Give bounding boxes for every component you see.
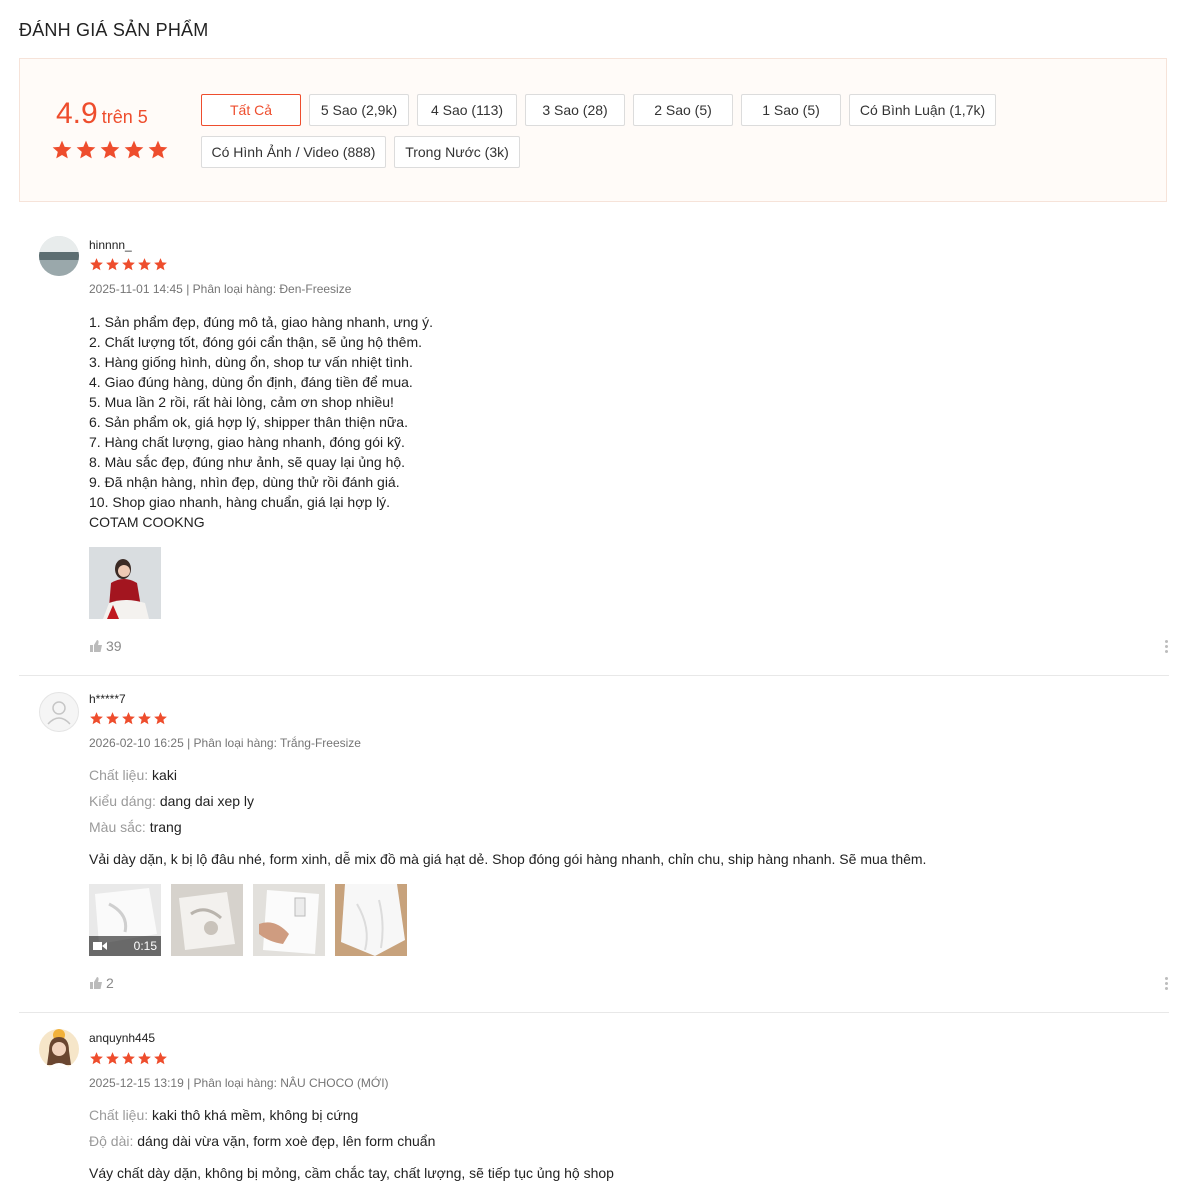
review-item: h*****7 2026-02-10 16:25 | Phân loại hàn… [19,676,1169,1013]
rating-score: 4.9 trên 5 [56,97,148,131]
review-meta: 2026-02-10 16:25 | Phân loại hàng: Trắng… [89,736,361,750]
review-meta: 2025-12-15 13:19 | Phân loại hàng: NÂU C… [89,1076,389,1090]
star-icon [124,140,144,159]
review-text: Vải dày dặn, k bị lộ đâu nhé, form xinh,… [89,851,927,867]
review-username: h*****7 [89,692,126,706]
filter-3-star-button[interactable]: 3 Sao (28) [525,94,625,126]
review-username: hinnnn_ [89,238,132,252]
review-stars [89,257,168,272]
review-photo[interactable] [253,884,325,956]
review-line: 3. Hàng giống hình, dùng ổn, shop tư vấn… [89,354,413,370]
review-attribute: Chất liệu: kaki thô khá mềm, không bị cứ… [89,1107,358,1123]
star-icon [154,258,167,271]
review-line: 4. Giao đúng hàng, dùng ổn định, đáng ti… [89,374,413,390]
review-video[interactable]: 0:15 [89,884,161,956]
review-photo[interactable] [171,884,243,956]
attribute-value: kaki thô khá mềm, không bị cứng [152,1107,359,1123]
review-line: 1. Sản phẩm đẹp, đúng mô tả, giao hàng n… [89,314,434,330]
star-icon [90,712,103,725]
review-attribute: Màu sắc: trang [89,819,182,835]
filter-1-star-button[interactable]: 1 Sao (5) [741,94,841,126]
attribute-key: Độ dài: [89,1133,134,1149]
avatar[interactable] [39,1029,79,1069]
rating-stars [51,139,169,161]
star-icon [122,712,135,725]
rating-score-value: 4.9 [56,97,98,130]
like-button[interactable]: 2 [89,975,114,991]
review-line: 6. Sản phẩm ok, giá hợp lý, shipper thân… [89,414,408,430]
filter-2-star-button[interactable]: 2 Sao (5) [633,94,733,126]
review-media: 0:15 [89,884,407,956]
star-icon [122,1052,135,1065]
avatar[interactable] [39,692,79,732]
review-line: 5. Mua lần 2 rồi, rất hài lòng, cảm ơn s… [89,394,394,410]
video-duration: 0:15 [133,939,157,953]
attribute-value: kaki [152,767,177,783]
like-count: 39 [106,638,122,654]
star-icon [154,1052,167,1065]
filter-with-media-button[interactable]: Có Hình Ảnh / Video (888) [201,136,386,168]
review-line: 9. Đã nhận hàng, nhìn đẹp, dùng thử rồi … [89,474,400,490]
star-icon [106,1052,119,1065]
review-item: hinnnn_ 2025-11-01 14:45 | Phân loại hàn… [19,226,1169,676]
video-badge: 0:15 [89,936,161,956]
filter-4-star-button[interactable]: 4 Sao (113) [417,94,517,126]
attribute-key: Màu sắc: [89,819,146,835]
review-meta: 2025-11-01 14:45 | Phân loại hàng: Đen-F… [89,282,352,296]
review-media [89,547,161,619]
star-icon [90,258,103,271]
review-item: anquynh445 2025-12-15 13:19 | Phân loại … [19,1013,1169,1192]
review-line: 10. Shop giao nhanh, hàng chuẩn, giá lại… [89,494,391,510]
attribute-key: Chất liệu: [89,1107,149,1123]
review-line: 8. Màu sắc đẹp, đúng như ảnh, sẽ quay lạ… [89,454,406,470]
star-icon [138,712,151,725]
review-attribute: Độ dài: dáng dài vừa vặn, form xoè đẹp, … [89,1133,435,1149]
star-icon [52,140,72,159]
filter-5-star-button[interactable]: 5 Sao (2,9k) [309,94,409,126]
thumbs-up-icon [90,640,102,652]
more-options-icon[interactable] [1165,977,1169,990]
attribute-key: Kiểu dáng: [89,793,156,809]
review-line: COTAM COOKNG [89,514,205,530]
like-count: 2 [106,975,114,991]
rating-summary: 4.9 trên 5 Tất Cả 5 Sao (2,9k) 4 Sao (113… [19,58,1167,202]
attribute-value: dáng dài vừa vặn, form xoè đẹp, lên form… [137,1133,436,1149]
filter-domestic-button[interactable]: Trong Nước (3k) [394,136,520,168]
section-title: ĐÁNH GIÁ SẢN PHẨM [19,20,209,40]
default-user-icon [47,701,71,725]
review-photo[interactable] [335,884,407,956]
attribute-key: Chất liệu: [89,767,149,783]
star-icon [122,258,135,271]
attribute-value: dang dai xep ly [159,793,255,809]
star-icon [138,1052,151,1065]
review-username: anquynh445 [89,1031,156,1045]
rating-out-of: trên 5 [101,107,148,127]
review-stars [89,1051,168,1066]
filter-all-button[interactable]: Tất Cả [201,94,301,126]
review-attribute: Chất liệu: kaki [89,767,177,783]
filter-with-comment-button[interactable]: Có Bình Luận (1,7k) [849,94,996,126]
star-icon [76,140,96,159]
star-icon [138,258,151,271]
star-icon [106,258,119,271]
video-camera-icon [93,942,107,950]
avatar[interactable] [39,236,79,276]
star-icon [90,1052,103,1065]
star-icon [106,712,119,725]
star-icon [148,140,168,159]
review-photo[interactable] [89,547,161,619]
thumbs-up-icon [90,977,102,989]
star-icon [154,712,167,725]
like-button[interactable]: 39 [89,638,122,654]
review-attribute: Kiểu dáng: dang dai xep ly [89,793,254,809]
review-line: 7. Hàng chất lượng, giao hàng nhanh, đón… [89,434,405,450]
review-text: Váy chất dày dặn, không bị mỏng, cầm chắ… [89,1165,614,1181]
review-stars [89,711,168,726]
attribute-value: trang [149,819,182,835]
star-icon [100,140,120,159]
review-text: 1. Sản phẩm đẹp, đúng mô tả, giao hàng n… [89,312,433,532]
more-options-icon[interactable] [1165,640,1169,653]
review-line: 2. Chất lượng tốt, đóng gói cẩn thận, sẽ… [89,334,422,350]
